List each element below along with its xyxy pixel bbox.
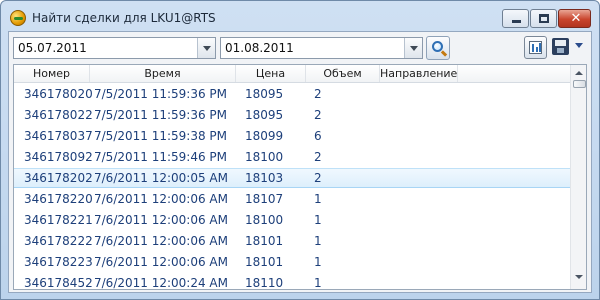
date-from-select[interactable]: 05.07.2011	[13, 37, 216, 59]
cell-price: 18101	[245, 234, 284, 248]
cell-price: 18103	[245, 171, 284, 185]
cell-time: 7/5/2011 11:59:46 PM	[94, 150, 228, 164]
icon-bar	[536, 47, 538, 52]
cell-volume: 6	[314, 129, 322, 143]
chevron-down-icon	[203, 46, 211, 51]
cell-number: 346178452	[24, 276, 93, 290]
table-row[interactable]: 346178221 7/6/2011 12:00:06 AM 18100 1	[14, 210, 570, 230]
table-row[interactable]: 346178452 7/6/2011 12:00:24 AM 18110 1	[14, 273, 570, 290]
scroll-up-icon[interactable]	[575, 71, 583, 75]
deals-table[interactable]: Номер Время Цена Объем Направление 34617…	[13, 64, 587, 290]
cell-volume: 1	[314, 255, 322, 269]
cell-time: 7/6/2011 12:00:06 AM	[94, 213, 228, 227]
cell-volume: 1	[314, 192, 322, 206]
column-header-volume[interactable]: Объем	[306, 65, 380, 82]
cell-volume: 1	[314, 276, 322, 290]
cell-price: 18107	[245, 192, 284, 206]
table-row[interactable]: 346178022 7/5/2011 11:59:36 PM 18095 2	[14, 105, 570, 125]
cell-price: 18100	[245, 150, 284, 164]
cell-time: 7/5/2011 11:59:36 PM	[94, 87, 228, 101]
column-header-number[interactable]: Номер	[14, 65, 90, 82]
column-settings-button[interactable]	[524, 36, 547, 59]
cell-time: 7/5/2011 11:59:38 PM	[94, 129, 228, 143]
cell-time: 7/6/2011 12:00:06 AM	[94, 234, 228, 248]
close-icon: ✕	[570, 11, 582, 26]
floppy-disk-icon	[555, 40, 566, 46]
cell-time: 7/6/2011 12:00:06 AM	[94, 255, 228, 269]
vertical-scrollbar[interactable]	[570, 65, 586, 289]
minimize-icon	[512, 20, 521, 23]
cell-number: 346178220	[24, 192, 93, 206]
column-header-price[interactable]: Цена	[236, 65, 306, 82]
table-row-selected[interactable]: 346178202 7/6/2011 12:00:05 AM 18103 2	[14, 168, 570, 188]
cell-number: 346178092	[24, 150, 93, 164]
menu-dropdown-button[interactable]	[575, 43, 583, 48]
date-to-dropdown-button[interactable]	[404, 38, 422, 58]
cell-volume: 2	[314, 150, 322, 164]
icon-bar	[532, 44, 534, 52]
date-from-dropdown-button[interactable]	[197, 38, 215, 58]
cell-number: 346178202	[24, 171, 93, 185]
scrollbar-thumb[interactable]	[573, 80, 586, 88]
magnifier-handle	[440, 50, 448, 57]
cell-volume: 2	[314, 87, 322, 101]
cell-volume: 1	[314, 234, 322, 248]
minimize-button[interactable]	[502, 9, 529, 28]
deals-window: Найти сделки для LKU1@RTS ✕ 05.07.2011 0…	[0, 0, 600, 300]
date-to-select[interactable]: 01.08.2011	[220, 37, 423, 59]
table-row[interactable]: 346178020 7/5/2011 11:59:36 PM 18095 2	[14, 84, 570, 104]
cell-price: 18099	[245, 129, 284, 143]
cell-time: 7/6/2011 12:00:05 AM	[94, 171, 228, 185]
cell-number: 346178222	[24, 234, 93, 248]
save-button[interactable]	[552, 38, 569, 55]
table-row[interactable]: 346178222 7/6/2011 12:00:06 AM 18101 1	[14, 231, 570, 251]
window-content: 05.07.2011 01.08.2011 Номер Время Цена О…	[8, 31, 592, 293]
table-row[interactable]: 346178092 7/5/2011 11:59:46 PM 18100 2	[14, 147, 570, 167]
cell-price: 18095	[245, 108, 284, 122]
cell-number: 346178022	[24, 108, 93, 122]
cell-volume: 1	[314, 213, 322, 227]
cell-price: 18100	[245, 213, 284, 227]
cell-price: 18095	[245, 87, 284, 101]
chevron-down-icon	[410, 46, 418, 51]
cell-time: 7/5/2011 11:59:36 PM	[94, 108, 228, 122]
cell-number: 346178223	[24, 255, 93, 269]
table-row[interactable]: 346178220 7/6/2011 12:00:06 AM 18107 1	[14, 189, 570, 209]
cell-time: 7/6/2011 12:00:24 AM	[94, 276, 228, 290]
table-row[interactable]: 346178037 7/5/2011 11:59:38 PM 18099 6	[14, 126, 570, 146]
title-bar[interactable]: Найти сделки для LKU1@RTS ✕	[1, 1, 599, 31]
icon-bar	[539, 43, 541, 52]
cell-time: 7/6/2011 12:00:06 AM	[94, 192, 228, 206]
cell-number: 346178221	[24, 213, 93, 227]
cell-number: 346178020	[24, 87, 93, 101]
column-header-time[interactable]: Время	[90, 65, 236, 82]
cell-number: 346178037	[24, 129, 93, 143]
maximize-button[interactable]	[530, 9, 557, 28]
cell-price: 18110	[245, 276, 284, 290]
date-to-value: 01.08.2011	[225, 41, 294, 55]
column-header-direction[interactable]: Направление	[380, 65, 458, 82]
search-button[interactable]	[426, 36, 450, 60]
columns-settings-icon	[529, 41, 542, 54]
cell-price: 18101	[245, 255, 284, 269]
app-logo-icon	[10, 10, 26, 26]
table-header: Номер Время Цена Объем Направление	[14, 65, 570, 83]
close-button[interactable]: ✕	[558, 9, 591, 28]
cell-volume: 2	[314, 171, 322, 185]
table-row[interactable]: 346178223 7/6/2011 12:00:06 AM 18101 1	[14, 252, 570, 272]
maximize-icon	[539, 14, 549, 23]
scroll-down-icon[interactable]	[575, 275, 583, 279]
floppy-slot	[557, 48, 564, 53]
cell-volume: 2	[314, 108, 322, 122]
date-from-value: 05.07.2011	[18, 41, 87, 55]
window-title: Найти сделки для LKU1@RTS	[32, 11, 216, 25]
